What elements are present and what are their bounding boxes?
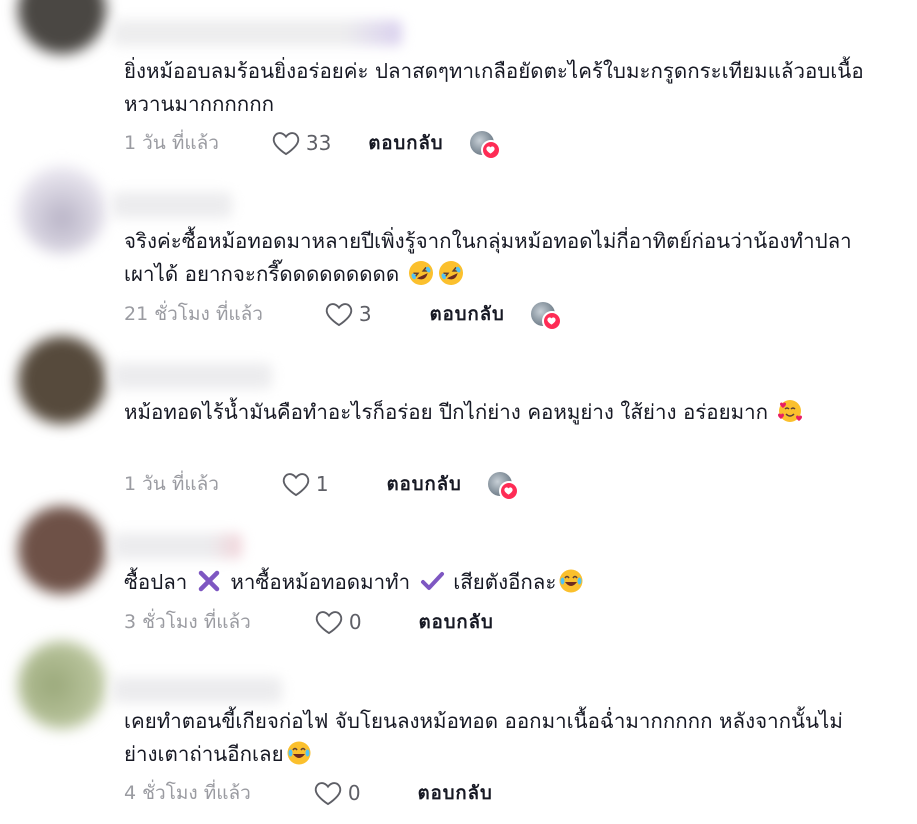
heart-outline-icon xyxy=(272,132,300,156)
like-button[interactable]: 33 xyxy=(272,130,331,156)
comment-meta: 1 วัน ที่แล้ว 33 ตอบกลับ xyxy=(124,128,501,160)
like-button[interactable]: 0 xyxy=(315,609,362,635)
avatar[interactable] xyxy=(18,336,106,424)
like-button[interactable]: 3 xyxy=(325,301,372,327)
heart-outline-icon xyxy=(315,611,342,635)
rofl-emoji xyxy=(408,261,433,285)
like-button[interactable]: 0 xyxy=(314,780,361,806)
comment-text: ยิ่งหม้ออบลมร้อนยิ่งอร่อยค่ะ ปลาสดๆทาเกล… xyxy=(124,59,864,116)
comment-text: จริงค่ะซื้อหม้อทอดมาหลายปีเพิ่งรู้จากในก… xyxy=(124,225,869,291)
creator-liked-icon xyxy=(480,140,501,160)
creator-liked-icon xyxy=(498,481,519,501)
reply-button[interactable]: ตอบกลับ xyxy=(387,470,462,499)
avatar[interactable] xyxy=(18,506,106,594)
comment-meta: 4 ชั่วโมง ที่แล้ว 0 ตอบกลับ xyxy=(124,778,493,808)
comment-text-part: หาซื้อหม้อทอดมาทำ xyxy=(230,570,411,594)
joy-emoji xyxy=(559,569,583,593)
username-blurred[interactable] xyxy=(112,192,232,218)
comment-text: ซื้อปลา หาซื้อหม้อทอดมาทำ เสียตังอีกละ xyxy=(124,566,894,599)
avatar[interactable] xyxy=(18,641,106,729)
reply-button[interactable]: ตอบกลับ xyxy=(418,779,493,808)
reply-button[interactable]: ตอบกลับ xyxy=(368,129,443,158)
creator-liked-badge xyxy=(487,472,519,501)
username-blurred[interactable] xyxy=(112,20,402,46)
rofl-emoji xyxy=(438,261,463,285)
comment-time: 3 ชั่วโมง ที่แล้ว xyxy=(124,611,251,633)
comment-meta: 1 วัน ที่แล้ว 1 ตอบกลับ xyxy=(124,469,519,501)
like-count: 0 xyxy=(347,781,361,805)
username-blurred[interactable] xyxy=(112,363,272,389)
comment-time: 4 ชั่วโมง ที่แล้ว xyxy=(124,782,251,804)
comment-text: เคยทำตอนขี้เกียจก่อไฟ จับโยนลงหม้อทอด ออ… xyxy=(124,705,869,771)
username-blurred[interactable] xyxy=(112,677,282,703)
avatar[interactable] xyxy=(18,0,106,54)
comment-text-part: ซื้อปลา xyxy=(124,570,188,594)
comment-time: 1 วัน ที่แล้ว xyxy=(124,473,219,495)
creator-liked-icon xyxy=(541,311,562,331)
creator-liked-badge xyxy=(530,302,562,331)
comment-text-body: หม้อทอดไร้น้ำมันคือทำอะไรก็อร่อย ปีกไก่ย… xyxy=(124,400,769,424)
cross-mark-emoji xyxy=(198,570,220,592)
comment-meta: 21 ชั่วโมง ที่แล้ว 3 ตอบกลับ xyxy=(124,299,562,331)
username-blurred[interactable] xyxy=(112,533,242,559)
like-count: 0 xyxy=(348,610,362,634)
comment-text-body: เคยทำตอนขี้เกียจก่อไฟ จับโยนลงหม้อทอด ออ… xyxy=(124,709,843,766)
check-mark-emoji xyxy=(420,572,444,590)
reply-button[interactable]: ตอบกลับ xyxy=(419,608,494,637)
like-count: 1 xyxy=(315,472,329,496)
like-count: 3 xyxy=(358,302,372,326)
joy-emoji xyxy=(287,741,311,765)
comment-meta: 3 ชั่วโมง ที่แล้ว 0 ตอบกลับ xyxy=(124,607,494,637)
creator-liked-badge xyxy=(469,131,501,160)
heart-outline-icon xyxy=(314,782,341,806)
comment-time: 1 วัน ที่แล้ว xyxy=(124,132,219,154)
comment-text: หม้อทอดไร้น้ำมันคือทำอะไรก็อร่อย ปีกไก่ย… xyxy=(124,396,884,429)
heart-outline-icon xyxy=(282,473,310,497)
like-button[interactable]: 1 xyxy=(282,471,329,497)
comment-text-body: จริงค่ะซื้อหม้อทอดมาหลายปีเพิ่งรู้จากในก… xyxy=(124,229,852,286)
comment-time: 21 ชั่วโมง ที่แล้ว xyxy=(124,303,263,325)
like-count: 33 xyxy=(305,131,332,155)
smiling-hearts-emoji xyxy=(777,400,802,422)
heart-outline-icon xyxy=(325,303,353,327)
comment-text-part: เสียตังอีกละ xyxy=(453,570,557,594)
avatar[interactable] xyxy=(18,166,106,254)
reply-button[interactable]: ตอบกลับ xyxy=(430,300,505,329)
